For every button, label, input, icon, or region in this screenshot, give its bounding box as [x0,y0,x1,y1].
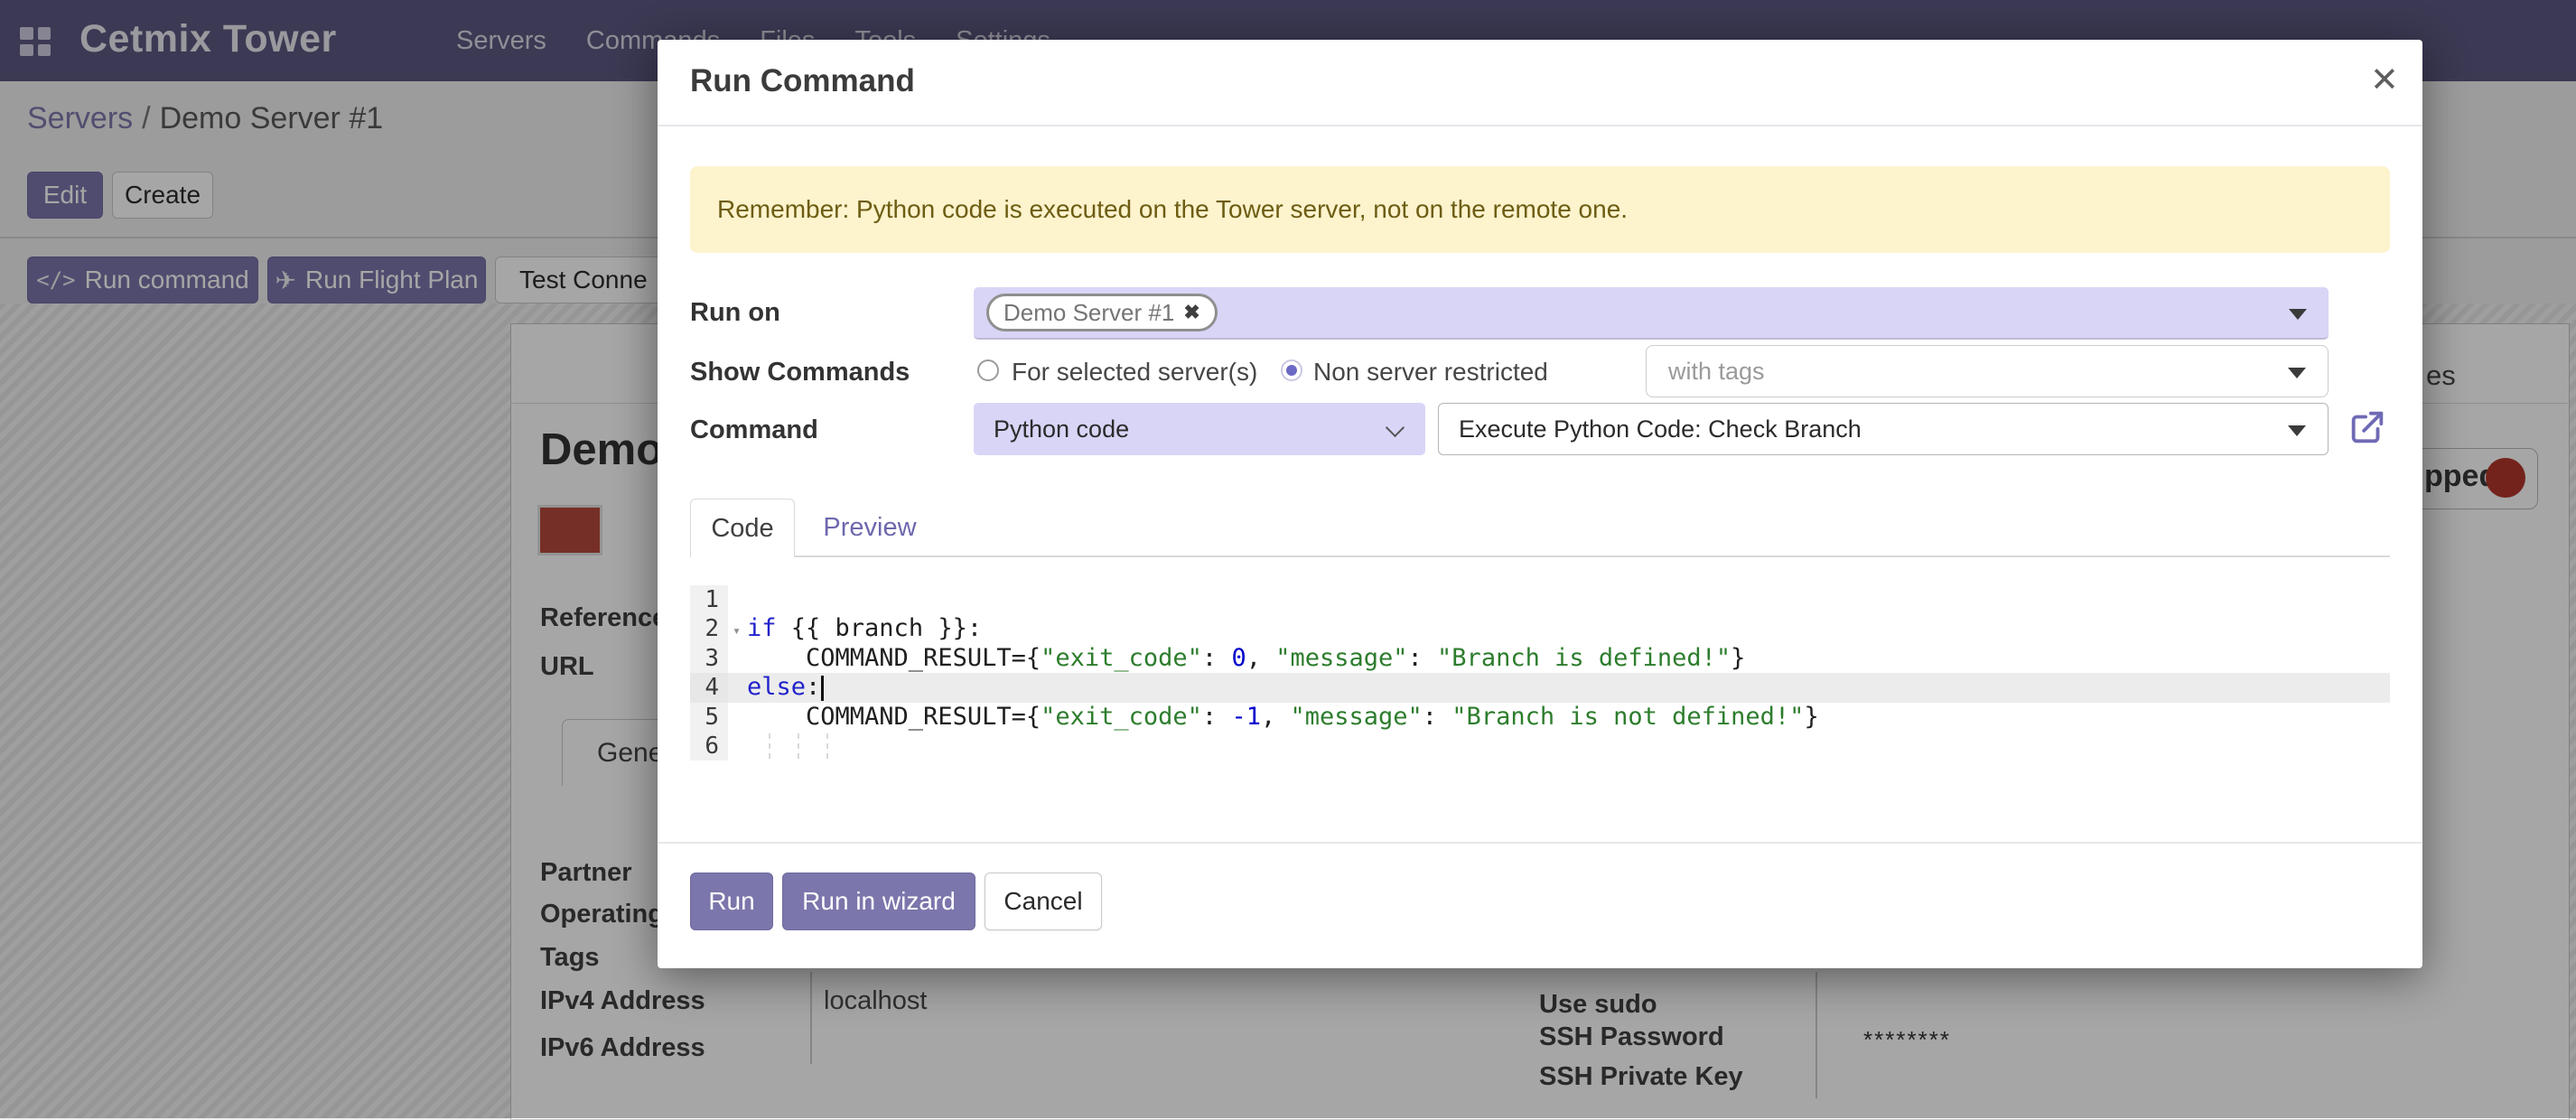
editor-code[interactable]: if {{ branch }}: COMMAND_RESULT={"exit_c… [728,585,2390,761]
label-show-commands: Show Commands [690,358,910,387]
radio-non-restricted[interactable] [1281,359,1302,381]
screen: Cetmix Tower Servers Commands Files Tool… [0,0,2576,1118]
tag-remove-icon[interactable]: ✖ [1183,301,1199,324]
run-on-field[interactable]: Demo Server #1 ✖ [974,287,2329,340]
tab-preview[interactable]: Preview [802,499,938,556]
external-link-icon[interactable] [2347,406,2388,453]
label-run-on: Run on [690,298,780,328]
radio-selected-servers[interactable] [977,359,999,381]
command-select[interactable]: Execute Python Code: Check Branch [1438,403,2329,455]
run-in-wizard-button[interactable]: Run in wizard [782,873,975,930]
tab-code[interactable]: Code [690,499,795,557]
code-editor[interactable]: 12▾34▾56 if {{ branch }}: COMMAND_RESULT… [690,585,2390,804]
command-type-select[interactable]: Python code [974,403,1425,455]
tab-divider [690,555,2390,557]
close-icon[interactable]: ✕ [2370,60,2399,100]
dialog-header-divider [658,125,2422,126]
run-button[interactable]: Run [690,873,773,930]
chevron-down-icon [2288,368,2306,378]
with-tags-select[interactable]: with tags [1646,345,2329,397]
editor-gutter: 12▾34▾56 [690,585,728,761]
chevron-down-icon [2288,425,2306,436]
radio-selected-servers-label[interactable]: For selected server(s) [1012,358,1257,387]
run-command-dialog: Run Command ✕ Remember: Python code is e… [658,40,2422,968]
chevron-down-icon [2289,309,2307,320]
warning-banner: Remember: Python code is executed on the… [690,166,2390,253]
server-tag[interactable]: Demo Server #1 ✖ [986,294,1218,331]
dialog-footer-divider [658,842,2422,844]
radio-non-restricted-label[interactable]: Non server restricted [1313,358,1548,387]
label-command: Command [690,415,818,445]
chevron-down-icon [1386,418,1405,437]
dialog-title: Run Command [690,63,915,99]
cancel-button[interactable]: Cancel [985,873,1102,930]
